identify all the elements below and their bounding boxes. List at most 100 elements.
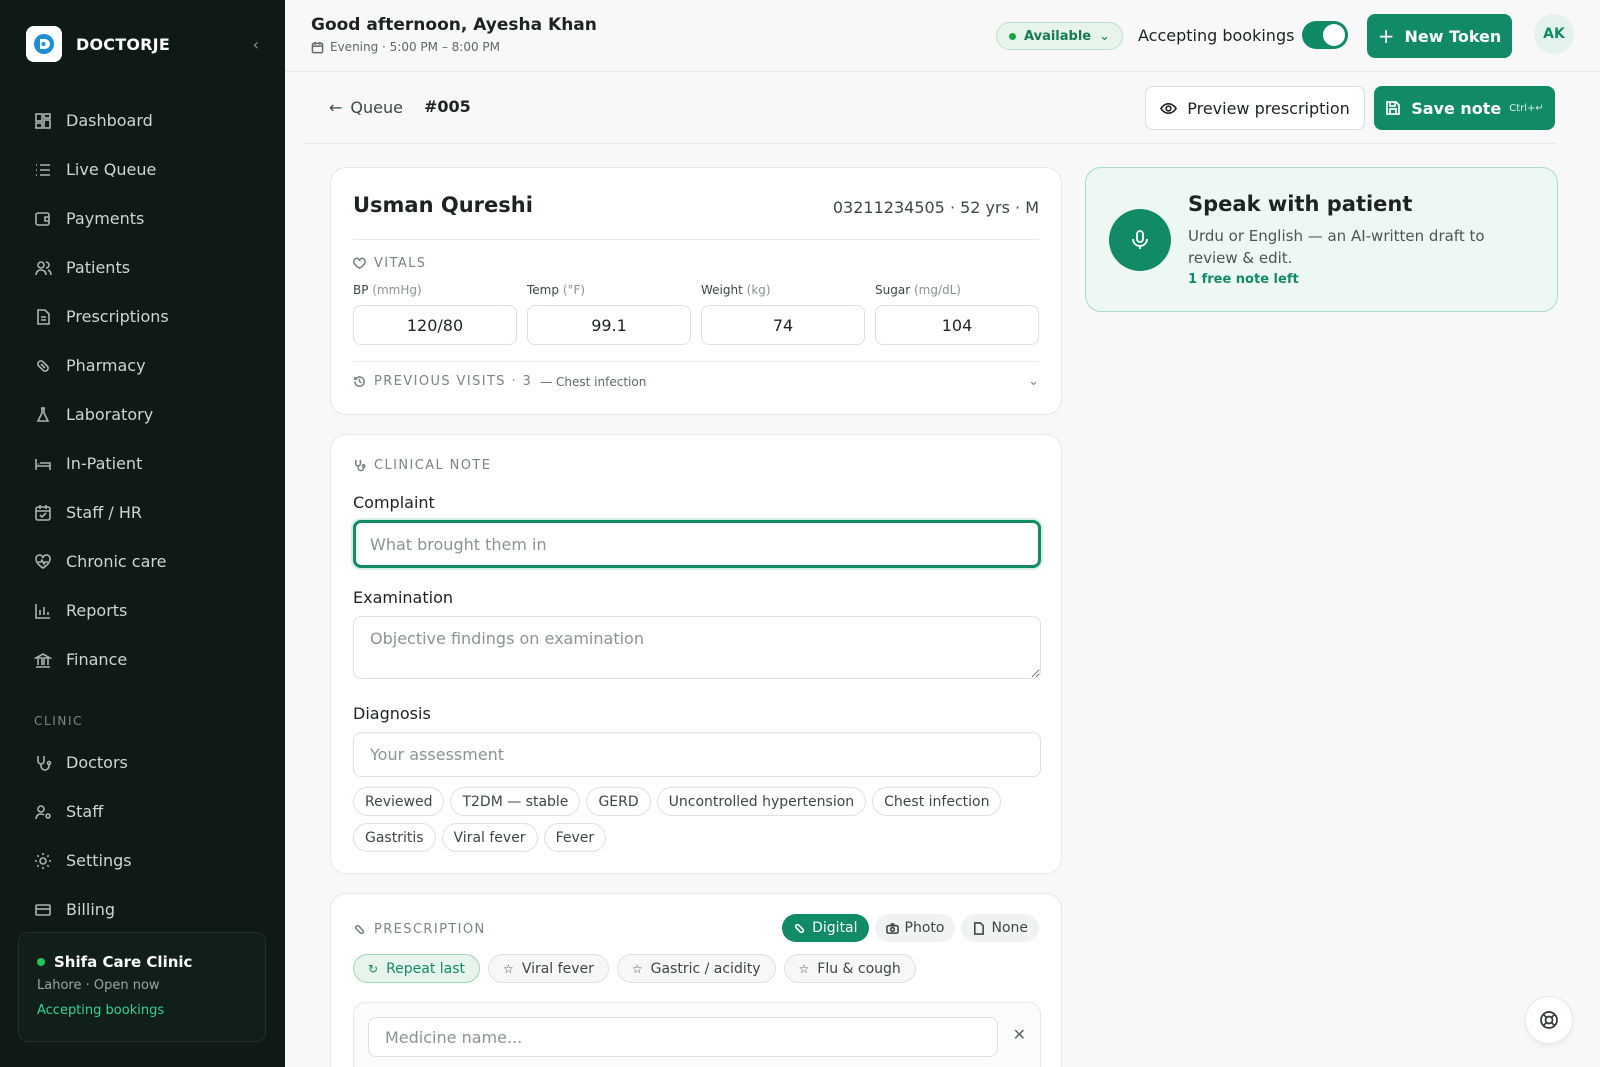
diagnosis-chips: Reviewed T2DM — stable GERD Uncontrolled… bbox=[353, 787, 1041, 852]
speak-description: Urdu or English — an AI-written draft to… bbox=[1188, 227, 1485, 267]
arrow-left-icon: ← bbox=[329, 98, 343, 117]
sidebar-item-staff[interactable]: Staff bbox=[0, 787, 285, 836]
sidebar-item-laboratory[interactable]: Laboratory bbox=[0, 390, 285, 439]
save-note-button[interactable]: Save note Ctrl+↵ bbox=[1374, 86, 1555, 130]
accepting-bookings-toggle[interactable] bbox=[1302, 21, 1348, 49]
sidebar-item-finance[interactable]: Finance bbox=[0, 635, 285, 684]
diagnosis-input[interactable] bbox=[353, 732, 1041, 777]
chevron-down-icon: ⌄ bbox=[1099, 28, 1111, 44]
back-to-queue-link[interactable]: ← Queue bbox=[329, 98, 403, 117]
diagnosis-chip[interactable]: Fever bbox=[543, 823, 607, 852]
sidebar-clinic-nav: Doctors Staff Settings Billing bbox=[0, 738, 285, 934]
brand-name: DOCTORJE bbox=[76, 34, 170, 54]
chevron-down-icon: ⌄ bbox=[1028, 374, 1039, 389]
diagnosis-chip[interactable]: Reviewed bbox=[353, 787, 445, 816]
camera-icon bbox=[885, 922, 899, 934]
eye-icon bbox=[1160, 102, 1178, 114]
patient-card: Usman Qureshi 03211234505 · 52 yrs · M V… bbox=[330, 167, 1062, 415]
sidebar-item-live-queue[interactable]: Live Queue bbox=[0, 145, 285, 194]
vitals-title-text: VITALS bbox=[374, 256, 427, 271]
sidebar-item-label: Laboratory bbox=[66, 405, 154, 424]
vital-temp-input[interactable]: 99.1 bbox=[527, 305, 691, 345]
vital-label: BP (mmHg) bbox=[353, 283, 422, 297]
template-chip[interactable]: ☆ Gastric / acidity bbox=[616, 954, 776, 983]
complaint-input[interactable] bbox=[353, 520, 1041, 568]
sidebar-item-label: In-Patient bbox=[66, 454, 143, 473]
sidebar-item-dashboard[interactable]: Dashboard bbox=[0, 96, 285, 145]
save-shortcut: Ctrl+↵ bbox=[1509, 102, 1544, 114]
sidebar-item-label: Live Queue bbox=[66, 160, 157, 179]
sidebar-item-label: Settings bbox=[66, 851, 132, 870]
availability-dropdown[interactable]: Available ⌄ bbox=[996, 22, 1124, 50]
sidebar-item-pharmacy[interactable]: Pharmacy bbox=[0, 341, 285, 390]
sidebar-item-label: Prescriptions bbox=[66, 307, 169, 326]
pill-icon bbox=[354, 924, 365, 935]
tab-photo[interactable]: Photo bbox=[874, 914, 956, 942]
sidebar-item-label: Pharmacy bbox=[66, 356, 146, 375]
sidebar-item-settings[interactable]: Settings bbox=[0, 836, 285, 885]
sidebar-item-billing[interactable]: Billing bbox=[0, 885, 285, 934]
microphone-icon[interactable] bbox=[1109, 209, 1171, 271]
avatar[interactable]: AK bbox=[1534, 14, 1574, 54]
diagnosis-chip[interactable]: Viral fever bbox=[441, 823, 538, 852]
diagnosis-chip[interactable]: Uncontrolled hypertension bbox=[656, 787, 867, 816]
wallet-icon bbox=[34, 210, 52, 228]
sidebar-item-payments[interactable]: Payments bbox=[0, 194, 285, 243]
help-button[interactable] bbox=[1525, 996, 1573, 1044]
calendar-icon bbox=[311, 41, 324, 53]
preview-prescription-button[interactable]: Preview prescription bbox=[1145, 86, 1365, 130]
speak-title: Speak with patient bbox=[1188, 192, 1413, 216]
divider bbox=[353, 361, 1039, 362]
vital-sugar: Sugar (mg/dL) 104 bbox=[875, 283, 1039, 345]
clinic-card[interactable]: Shifa Care Clinic Lahore · Open now Acce… bbox=[18, 932, 266, 1042]
examination-input[interactable] bbox=[353, 616, 1041, 679]
tab-none[interactable]: None bbox=[961, 914, 1039, 942]
clinical-note-title: CLINICAL NOTE bbox=[353, 458, 491, 473]
accepting-bookings-label: Accepting bookings bbox=[1138, 26, 1295, 45]
sidebar: DOCTORJE ‹ Dashboard Live Queue Payments… bbox=[0, 0, 285, 1067]
template-chip[interactable]: ☆ Viral fever bbox=[488, 954, 609, 983]
repeat-last-label: Repeat last bbox=[386, 960, 466, 977]
sidebar-item-staff-hr[interactable]: Staff / HR bbox=[0, 488, 285, 537]
complaint-label: Complaint bbox=[353, 493, 435, 512]
prescription-title: PRESCRIPTION bbox=[353, 922, 486, 937]
heart-pulse-icon bbox=[34, 553, 52, 571]
vital-bp-input[interactable]: 120/80 bbox=[353, 305, 517, 345]
sidebar-item-doctors[interactable]: Doctors bbox=[0, 738, 285, 787]
refresh-icon: ↻ bbox=[368, 961, 379, 976]
diagnosis-chip[interactable]: T2DM — stable bbox=[450, 787, 581, 816]
clinic-name: Shifa Care Clinic bbox=[37, 953, 247, 971]
file-icon bbox=[974, 921, 985, 935]
tab-label: Digital bbox=[812, 920, 858, 936]
previous-visits-toggle[interactable]: PREVIOUS VISITS · 3 — Chest infection ⌄ bbox=[353, 374, 1039, 389]
repeat-last-button[interactable]: ↻ Repeat last bbox=[353, 954, 481, 983]
dashboard-icon bbox=[34, 112, 52, 130]
template-chip[interactable]: ☆ Flu & cough bbox=[783, 954, 916, 983]
diagnosis-chip[interactable]: Gastritis bbox=[353, 823, 436, 852]
template-label: Gastric / acidity bbox=[650, 960, 761, 977]
star-icon: ☆ bbox=[798, 961, 810, 976]
diagnosis-chip[interactable]: Chest infection bbox=[872, 787, 1002, 816]
speak-with-patient-card[interactable]: Speak with patient Urdu or English — an … bbox=[1085, 167, 1558, 312]
vital-weight-input[interactable]: 74 bbox=[701, 305, 865, 345]
shift-info: Evening · 5:00 PM – 8:00 PM bbox=[311, 40, 500, 54]
clinical-note-card: CLINICAL NOTE Complaint Examination Diag… bbox=[330, 434, 1062, 874]
calendar-icon bbox=[34, 504, 52, 522]
status-dot-icon bbox=[37, 958, 45, 966]
sidebar-item-prescriptions[interactable]: Prescriptions bbox=[0, 292, 285, 341]
medicine-name-input[interactable] bbox=[368, 1017, 998, 1057]
sidebar-item-chronic-care[interactable]: Chronic care bbox=[0, 537, 285, 586]
collapse-sidebar-icon[interactable]: ‹ bbox=[253, 35, 259, 54]
vital-sugar-input[interactable]: 104 bbox=[875, 305, 1039, 345]
sidebar-item-patients[interactable]: Patients bbox=[0, 243, 285, 292]
prescription-mode-tabs: Digital Photo None bbox=[782, 914, 1039, 942]
tab-digital[interactable]: Digital bbox=[782, 914, 869, 942]
bed-icon bbox=[34, 455, 52, 473]
remove-medicine-icon[interactable]: ✕ bbox=[1013, 1025, 1026, 1044]
previous-visits-note: — Chest infection bbox=[540, 374, 647, 389]
sidebar-item-reports[interactable]: Reports bbox=[0, 586, 285, 635]
sidebar-item-in-patient[interactable]: In-Patient bbox=[0, 439, 285, 488]
new-token-button[interactable]: + New Token bbox=[1367, 14, 1512, 58]
diagnosis-chip[interactable]: GERD bbox=[586, 787, 651, 816]
sidebar-item-label: Payments bbox=[66, 209, 145, 228]
